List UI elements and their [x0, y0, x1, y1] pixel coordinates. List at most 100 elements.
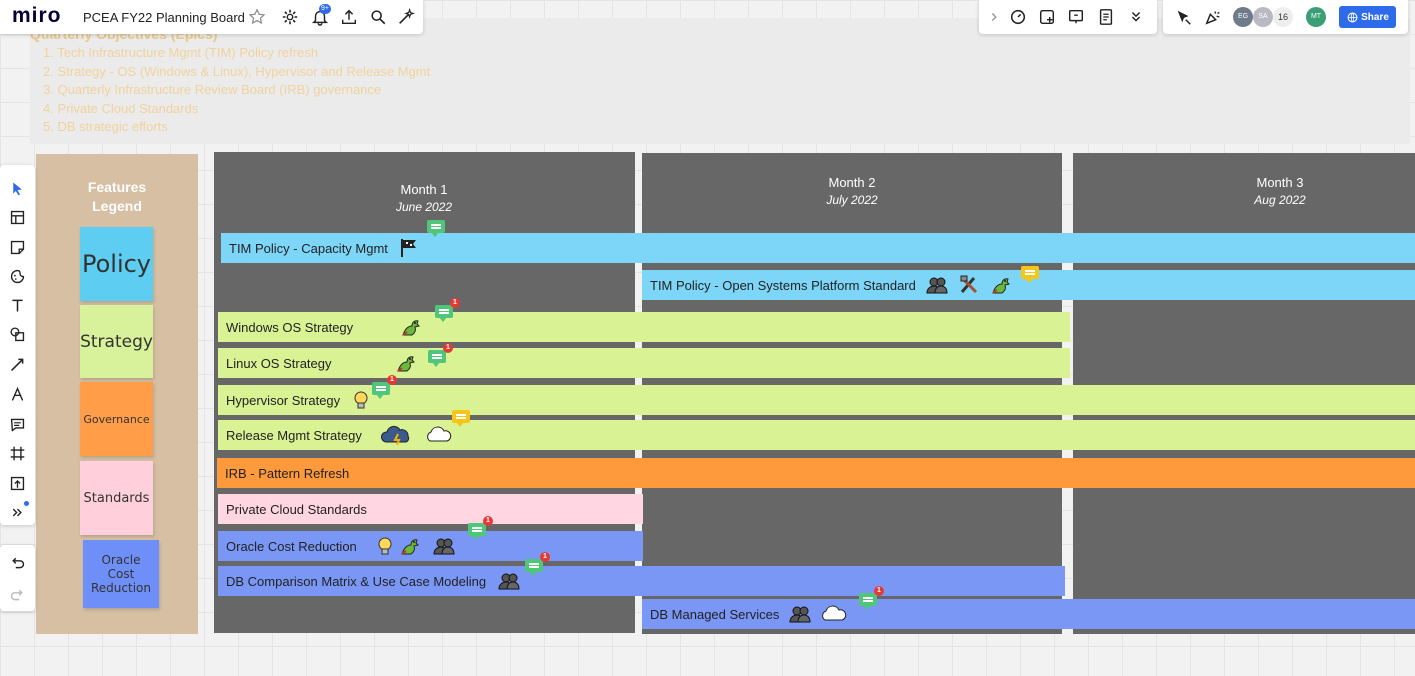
my-avatar[interactable]: MT — [1306, 7, 1326, 27]
star-icon[interactable] — [246, 6, 268, 28]
bar-label: Release Mgmt Strategy — [226, 427, 362, 443]
text-tool-icon[interactable] — [6, 294, 28, 316]
people-icon — [433, 535, 455, 557]
share-button[interactable]: Share — [1339, 6, 1396, 28]
legend-sticky-governance[interactable]: Governance — [80, 382, 153, 456]
tools-icon — [958, 274, 980, 296]
feature-bar-windows-os[interactable]: Windows OS Strategy — [218, 312, 1070, 342]
share-toolbar: EG SA 16 MT Share — [1163, 0, 1408, 34]
storm-cloud-icon — [380, 424, 414, 446]
comment-count-badge: 1 — [874, 586, 884, 596]
connector-icon[interactable] — [6, 353, 28, 375]
comment-marker[interactable]: 1 — [435, 298, 460, 322]
comment-marker[interactable] — [452, 410, 470, 427]
timer-icon[interactable] — [1007, 6, 1029, 28]
legend-sticky-policy[interactable]: Policy — [80, 227, 153, 301]
objectives-frame[interactable] — [30, 18, 1410, 144]
people-icon — [926, 274, 948, 296]
globe-icon — [1346, 11, 1358, 23]
avatar[interactable]: SA — [1253, 7, 1273, 27]
left-toolbar — [0, 165, 35, 525]
feature-bar-tim-capacity[interactable]: TIM Policy - Capacity Mgmt — [221, 233, 1415, 263]
notes-icon[interactable] — [1095, 6, 1117, 28]
legend-title: Features Legend — [87, 179, 147, 214]
feature-bar-hypervisor[interactable]: Hypervisor Strategy — [218, 385, 1415, 415]
flag-icon — [398, 237, 420, 259]
month-label-1: Month 1 June 2022 — [395, 182, 453, 214]
feature-bar-db-comparison[interactable]: DB Comparison Matrix & Use Case Modeling — [218, 566, 1065, 596]
share-label: Share — [1361, 11, 1389, 23]
legend-sticky-oracle[interactable]: Oracle Cost Reduction — [83, 540, 159, 608]
comment-marker[interactable]: 1 — [859, 586, 884, 610]
feature-bar-irb-pattern[interactable]: IRB - Pattern Refresh — [217, 458, 1415, 488]
dragon-icon — [400, 316, 422, 338]
collaborator-count[interactable]: 16 — [1273, 7, 1293, 27]
gear-icon[interactable] — [279, 6, 301, 28]
pen-icon[interactable] — [6, 383, 28, 405]
search-icon[interactable] — [367, 6, 389, 28]
select-tool-icon[interactable] — [6, 177, 28, 199]
comment-marker[interactable]: 1 — [468, 516, 493, 540]
comment-marker[interactable] — [427, 220, 445, 237]
reactions-icon[interactable] — [1202, 6, 1224, 28]
bar-label: Hypervisor Strategy — [226, 392, 341, 408]
comment-marker[interactable]: 1 — [372, 375, 397, 399]
notifications-badge: 9+ — [319, 4, 331, 14]
bar-label: TIM Policy - Open Systems Platform Stand… — [650, 277, 916, 293]
comment-count-badge: 1 — [443, 343, 453, 353]
cloud-icon — [819, 603, 847, 625]
dragon-icon — [395, 352, 417, 374]
undo-redo-toolbar — [0, 545, 35, 611]
frame-icon[interactable] — [6, 442, 28, 464]
top-left-toolbar: miro PCEA FY22 Planning Board 9+ — [0, 0, 423, 34]
bar-label: Windows OS Strategy — [226, 319, 354, 335]
legend-sticky-standards[interactable]: Standards — [80, 461, 153, 535]
feature-bar-release-mgmt[interactable]: Release Mgmt Strategy — [218, 420, 1415, 450]
bar-label: Linux OS Strategy — [226, 355, 332, 371]
upload-icon[interactable] — [338, 6, 360, 28]
bar-label: Oracle Cost Reduction — [226, 538, 357, 554]
new-feature-dot — [24, 501, 29, 506]
legend-sticky-strategy[interactable]: Strategy — [80, 305, 153, 378]
cursor-follow-icon[interactable] — [1173, 6, 1195, 28]
avatar[interactable]: EG — [1233, 7, 1253, 27]
feature-bar-private-cloud[interactable]: Private Cloud Standards — [218, 494, 643, 524]
board-title[interactable]: PCEA FY22 Planning Board — [83, 10, 245, 25]
templates-icon[interactable] — [6, 206, 28, 228]
feature-bar-linux-os[interactable]: Linux OS Strategy — [218, 348, 1070, 378]
chevron-right-icon[interactable] — [983, 6, 1005, 28]
lightbulb-icon — [350, 389, 372, 411]
sticky-note-icon[interactable] — [6, 236, 28, 258]
comment-marker[interactable] — [1021, 266, 1039, 283]
objective-item: 3. Quarterly Infrastructure Review Board… — [43, 82, 382, 97]
objective-item: 5. DB strategic efforts — [43, 119, 168, 134]
feature-bar-oracle-cost[interactable]: Oracle Cost Reduction — [218, 531, 643, 561]
miro-logo[interactable]: miro — [12, 4, 62, 28]
objective-item: 2. Strategy - OS (Windows & Linux), Hype… — [43, 64, 431, 79]
bar-label: Private Cloud Standards — [226, 501, 367, 517]
bar-label: DB Managed Services — [650, 606, 780, 622]
people-icon — [498, 570, 520, 592]
comment-tool-icon[interactable] — [6, 413, 28, 435]
shapes-icon[interactable] — [6, 323, 28, 345]
bar-label: TIM Policy - Capacity Mgmt — [229, 240, 388, 256]
objective-item: 4. Private Cloud Standards — [43, 101, 199, 116]
comment-marker[interactable]: 1 — [428, 343, 453, 367]
comment-count-badge: 1 — [450, 298, 460, 308]
dragon-icon — [399, 535, 421, 557]
undo-icon[interactable] — [6, 551, 28, 573]
sticker-icon[interactable] — [6, 265, 28, 287]
month-label-3: Month 3 Aug 2022 — [1254, 175, 1306, 207]
month-label-2: Month 2 July 2022 — [826, 175, 878, 207]
redo-icon[interactable] — [6, 583, 28, 605]
card-add-icon[interactable] — [1036, 6, 1058, 28]
magic-wand-icon[interactable] — [395, 6, 417, 28]
objective-item: 1. Tech Infrastructure Mgmt (TIM) Policy… — [43, 45, 318, 60]
upload-tool-icon[interactable] — [6, 472, 28, 494]
feature-bar-db-managed[interactable]: DB Managed Services — [642, 599, 1415, 629]
comment-marker[interactable]: 1 — [525, 552, 550, 576]
bar-label: IRB - Pattern Refresh — [225, 465, 350, 481]
more-icon[interactable] — [1125, 6, 1147, 28]
comment-count-badge: 1 — [483, 516, 493, 526]
presentation-icon[interactable] — [1065, 6, 1087, 28]
